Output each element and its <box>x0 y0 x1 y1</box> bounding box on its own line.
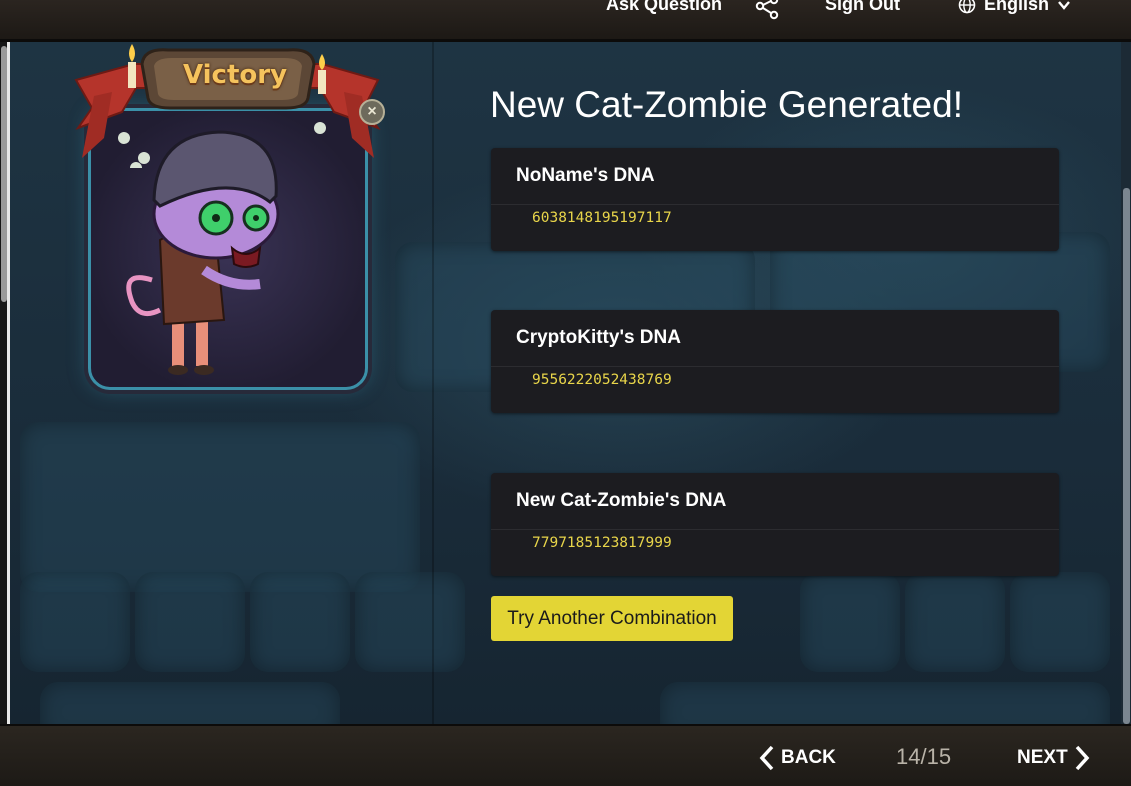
wall-block <box>355 572 465 672</box>
wall-block <box>1010 572 1110 672</box>
globe-icon <box>958 0 976 13</box>
wall-block <box>250 572 350 672</box>
wall-block <box>20 422 420 592</box>
wall-block <box>20 572 130 672</box>
dna-card-title: NoName's DNA <box>516 165 655 186</box>
sign-out-link[interactable]: Sign Out <box>825 0 900 15</box>
wall-block <box>135 572 245 672</box>
dna-card-title: CryptoKitty's DNA <box>516 327 681 348</box>
left-scrollbar[interactable] <box>0 42 10 724</box>
chevron-left-icon <box>759 745 774 771</box>
wall-block <box>40 682 340 724</box>
back-label: BACK <box>781 747 836 768</box>
left-scrollbar-thumb[interactable] <box>1 46 7 302</box>
dna-value: 9556222052438769 <box>532 372 672 388</box>
victory-banner-label: Victory <box>182 60 288 90</box>
dna-card-new-cat-zombie: New Cat-Zombie's DNA 7797185123817999 <box>491 473 1059 576</box>
page-title: New Cat-Zombie Generated! <box>490 84 963 125</box>
zombie-character <box>126 130 280 375</box>
wall-block <box>660 682 1110 724</box>
language-label: English <box>984 0 1050 14</box>
divider <box>491 366 1059 367</box>
dna-card-cryptokitty: CryptoKitty's DNA 9556222052438769 <box>491 310 1059 413</box>
ask-question-link[interactable]: Ask Question <box>606 0 722 15</box>
chevron-right-icon <box>1075 745 1090 771</box>
dna-value: 7797185123817999 <box>532 535 672 551</box>
right-scrollbar-thumb[interactable] <box>1123 188 1130 724</box>
close-icon[interactable]: × <box>359 99 385 125</box>
wall-block <box>905 572 1005 672</box>
page-indicator: 14/15 <box>896 744 952 769</box>
language-selector[interactable]: English <box>958 0 1071 15</box>
share-icon[interactable] <box>752 0 782 22</box>
dna-card-title: New Cat-Zombie's DNA <box>516 490 727 511</box>
chevron-down-icon <box>1058 0 1070 10</box>
divider <box>491 204 1059 205</box>
next-button[interactable]: NEXT <box>1017 745 1090 771</box>
bottom-nav-bar: BACK 14/15 NEXT <box>0 724 1131 786</box>
back-button[interactable]: BACK <box>759 745 836 771</box>
right-scrollbar[interactable] <box>1121 42 1131 724</box>
divider <box>491 529 1059 530</box>
wall-block <box>800 572 900 672</box>
try-another-combination-button[interactable]: Try Another Combination <box>491 596 733 641</box>
dna-card-noname: NoName's DNA 6038148195197117 <box>491 148 1059 251</box>
next-label: NEXT <box>1017 747 1068 768</box>
panel-divider <box>432 42 434 724</box>
dna-value: 6038148195197117 <box>532 210 672 226</box>
